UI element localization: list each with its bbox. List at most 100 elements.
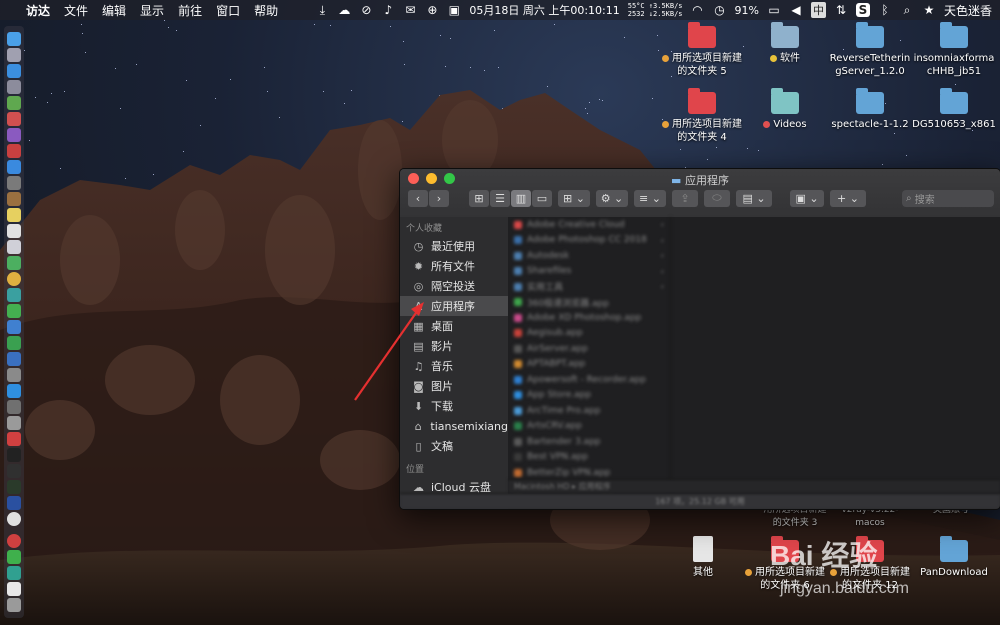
file-row[interactable]: Aegisub.app	[508, 326, 670, 342]
desktop-folder[interactable]: 软件	[742, 22, 828, 65]
dock-app-blue-icon[interactable]	[7, 160, 21, 174]
dock-app-gray2-icon[interactable]	[7, 368, 21, 382]
sidebar-item[interactable]: ◷ 最近使用	[400, 236, 508, 256]
desktop-folder[interactable]: spectacle-1-1.2	[827, 88, 913, 131]
dock-app-white-icon[interactable]	[7, 224, 21, 238]
sidebar-item[interactable]: ⬇ 下载	[400, 396, 508, 416]
favorites-star-icon[interactable]: ★	[922, 3, 936, 17]
dock-app-white2-icon[interactable]	[7, 240, 21, 254]
file-row[interactable]: APTABPT.app	[508, 357, 670, 373]
file-row[interactable]: Adobe XD Photoshop.app	[508, 310, 670, 326]
back-button[interactable]: ‹	[408, 189, 428, 207]
dock-app-teal2-icon[interactable]	[7, 566, 21, 580]
download-status-icon[interactable]: ⤓	[315, 3, 329, 17]
dock-app-green-icon[interactable]	[7, 256, 21, 270]
menu-file[interactable]: 文件	[64, 2, 88, 19]
sidebar-item[interactable]: ◙ 图片	[400, 376, 508, 396]
menu-finder[interactable]: 访达	[26, 2, 50, 19]
input-switch-icon[interactable]: ⇅	[834, 3, 848, 17]
file-row[interactable]: Sharefiles ›	[508, 264, 670, 280]
file-row[interactable]: Best VPN.app	[508, 450, 670, 466]
dock-wechat-icon[interactable]	[7, 550, 21, 564]
dock-finder-icon[interactable]	[7, 32, 21, 46]
dock-chrome-icon[interactable]	[7, 272, 21, 286]
dock-app-purple-icon[interactable]	[7, 128, 21, 142]
dock-app-blue2-icon[interactable]	[7, 320, 21, 334]
file-row[interactable]: Adobe Creative Cloud ›	[508, 217, 670, 233]
file-row[interactable]: AirServer.app	[508, 341, 670, 357]
file-row[interactable]: ArcTime Pro.app	[508, 403, 670, 419]
search-field[interactable]: ⌕ 搜索	[902, 189, 994, 207]
dock-trash-icon[interactable]	[7, 598, 21, 612]
dock-app-green2-icon[interactable]	[7, 304, 21, 318]
system-stats[interactable]: 55°C ↑3.5KB/s 2532 ↓2.5KB/s	[628, 2, 683, 18]
dock-app-red2-icon[interactable]	[7, 144, 21, 158]
desktop-folder[interactable]: Videos	[742, 88, 828, 131]
datetime[interactable]: 05月18日 周六 上午00:10:11	[469, 2, 619, 18]
desktop-folder[interactable]: 用所选项目新建的文件夹 4	[659, 88, 745, 144]
sidebar-item[interactable]: ▦ 桌面	[400, 316, 508, 336]
clock-icon[interactable]: ◷	[713, 3, 727, 17]
menu-help[interactable]: 帮助	[254, 2, 278, 19]
desktop-file[interactable]: 其他	[660, 536, 746, 579]
dock-yandex-icon[interactable]	[7, 512, 21, 526]
sidebar-item[interactable]: ▯ 文稿	[400, 436, 508, 456]
dock-app-gray4-icon[interactable]	[7, 416, 21, 430]
sidebar-item[interactable]: ⌂ tiansemixiang	[400, 416, 508, 436]
view-columns-button[interactable]: ▥	[511, 189, 531, 207]
file-row[interactable]: Autodesk ›	[508, 248, 670, 264]
desktop-folder[interactable]: insomniaxformacHHB_jb51	[911, 22, 997, 78]
dock-app-brown-icon[interactable]	[7, 192, 21, 206]
message-icon[interactable]: ✉	[403, 3, 417, 17]
bluetooth-icon[interactable]: ᛒ	[878, 3, 892, 17]
sidebar-item[interactable]: ✹ 所有文件	[400, 256, 508, 276]
dock-app-dark-icon[interactable]	[7, 464, 21, 478]
file-row[interactable]: ArtsCRV.app	[508, 419, 670, 435]
calendar-icon[interactable]: ▣	[447, 3, 461, 17]
file-info-button[interactable]: ▤ ⌄	[736, 189, 772, 207]
dock-terminal-icon[interactable]	[7, 448, 21, 462]
music-icon[interactable]: ♪	[381, 3, 395, 17]
action-gear-button[interactable]: ⚙ ⌄	[596, 189, 628, 207]
view-icons-button[interactable]: ⊞	[469, 189, 489, 207]
file-row[interactable]: 360极速浏览器.app	[508, 295, 670, 311]
dock-launchpad-icon[interactable]	[7, 48, 21, 62]
dock-app-red-icon[interactable]	[7, 112, 21, 126]
new-item-button[interactable]: + ⌄	[830, 189, 866, 207]
spotlight-icon[interactable]: ⌕	[900, 3, 914, 17]
dock-weibo-icon[interactable]	[7, 534, 21, 548]
desktop-folder[interactable]: 用所选项目新建的文件夹 5	[659, 22, 745, 78]
dock-safari-icon[interactable]	[7, 64, 21, 78]
dock-android-icon[interactable]	[7, 96, 21, 110]
dock-app-gray3-icon[interactable]	[7, 400, 21, 414]
archive-button[interactable]: ▣ ⌄	[790, 189, 824, 207]
file-row[interactable]: Apowersoft - Recorder.app	[508, 372, 670, 388]
file-row[interactable]: Adobe Photoshop CC 2018 ›	[508, 233, 670, 249]
tags-button[interactable]: ⬭	[704, 189, 730, 207]
sidebar-item[interactable]: ♫ 音乐	[400, 356, 508, 376]
ghost-icon[interactable]: ☁	[337, 3, 351, 17]
arrange-button[interactable]: ≡ ⌄	[634, 189, 666, 207]
dock-document-icon[interactable]	[7, 582, 21, 596]
dock-app-blue3-icon[interactable]	[7, 496, 21, 510]
view-gallery-button[interactable]: ▭	[532, 189, 552, 207]
compass-icon[interactable]: ⊘	[359, 3, 373, 17]
file-row[interactable]: 实用工具 ›	[508, 279, 670, 295]
dock-keynote-icon[interactable]	[7, 352, 21, 366]
sidebar-item[interactable]: ◎ 隔空投送	[400, 276, 508, 296]
dock-notes-icon[interactable]	[7, 208, 21, 222]
dock-appstore-icon[interactable]	[7, 384, 21, 398]
view-list-button[interactable]: ☰	[490, 189, 510, 207]
battery-percent[interactable]: 91%	[735, 4, 759, 17]
group-button[interactable]: ⊞ ⌄	[558, 189, 590, 207]
dock-numbers-icon[interactable]	[7, 336, 21, 350]
battery-icon[interactable]: ▭	[767, 3, 781, 17]
dock-app-teal-icon[interactable]	[7, 288, 21, 302]
input-method[interactable]: 中	[810, 2, 826, 18]
volume-icon[interactable]: ◀	[789, 3, 803, 17]
user-name[interactable]: 天色迷香	[944, 2, 992, 19]
sogou-icon[interactable]: S	[855, 3, 870, 17]
wifi-icon[interactable]: ◠	[691, 3, 705, 17]
share-button[interactable]: ⇪	[672, 189, 698, 207]
dock-vivaldi-icon[interactable]	[7, 432, 21, 446]
